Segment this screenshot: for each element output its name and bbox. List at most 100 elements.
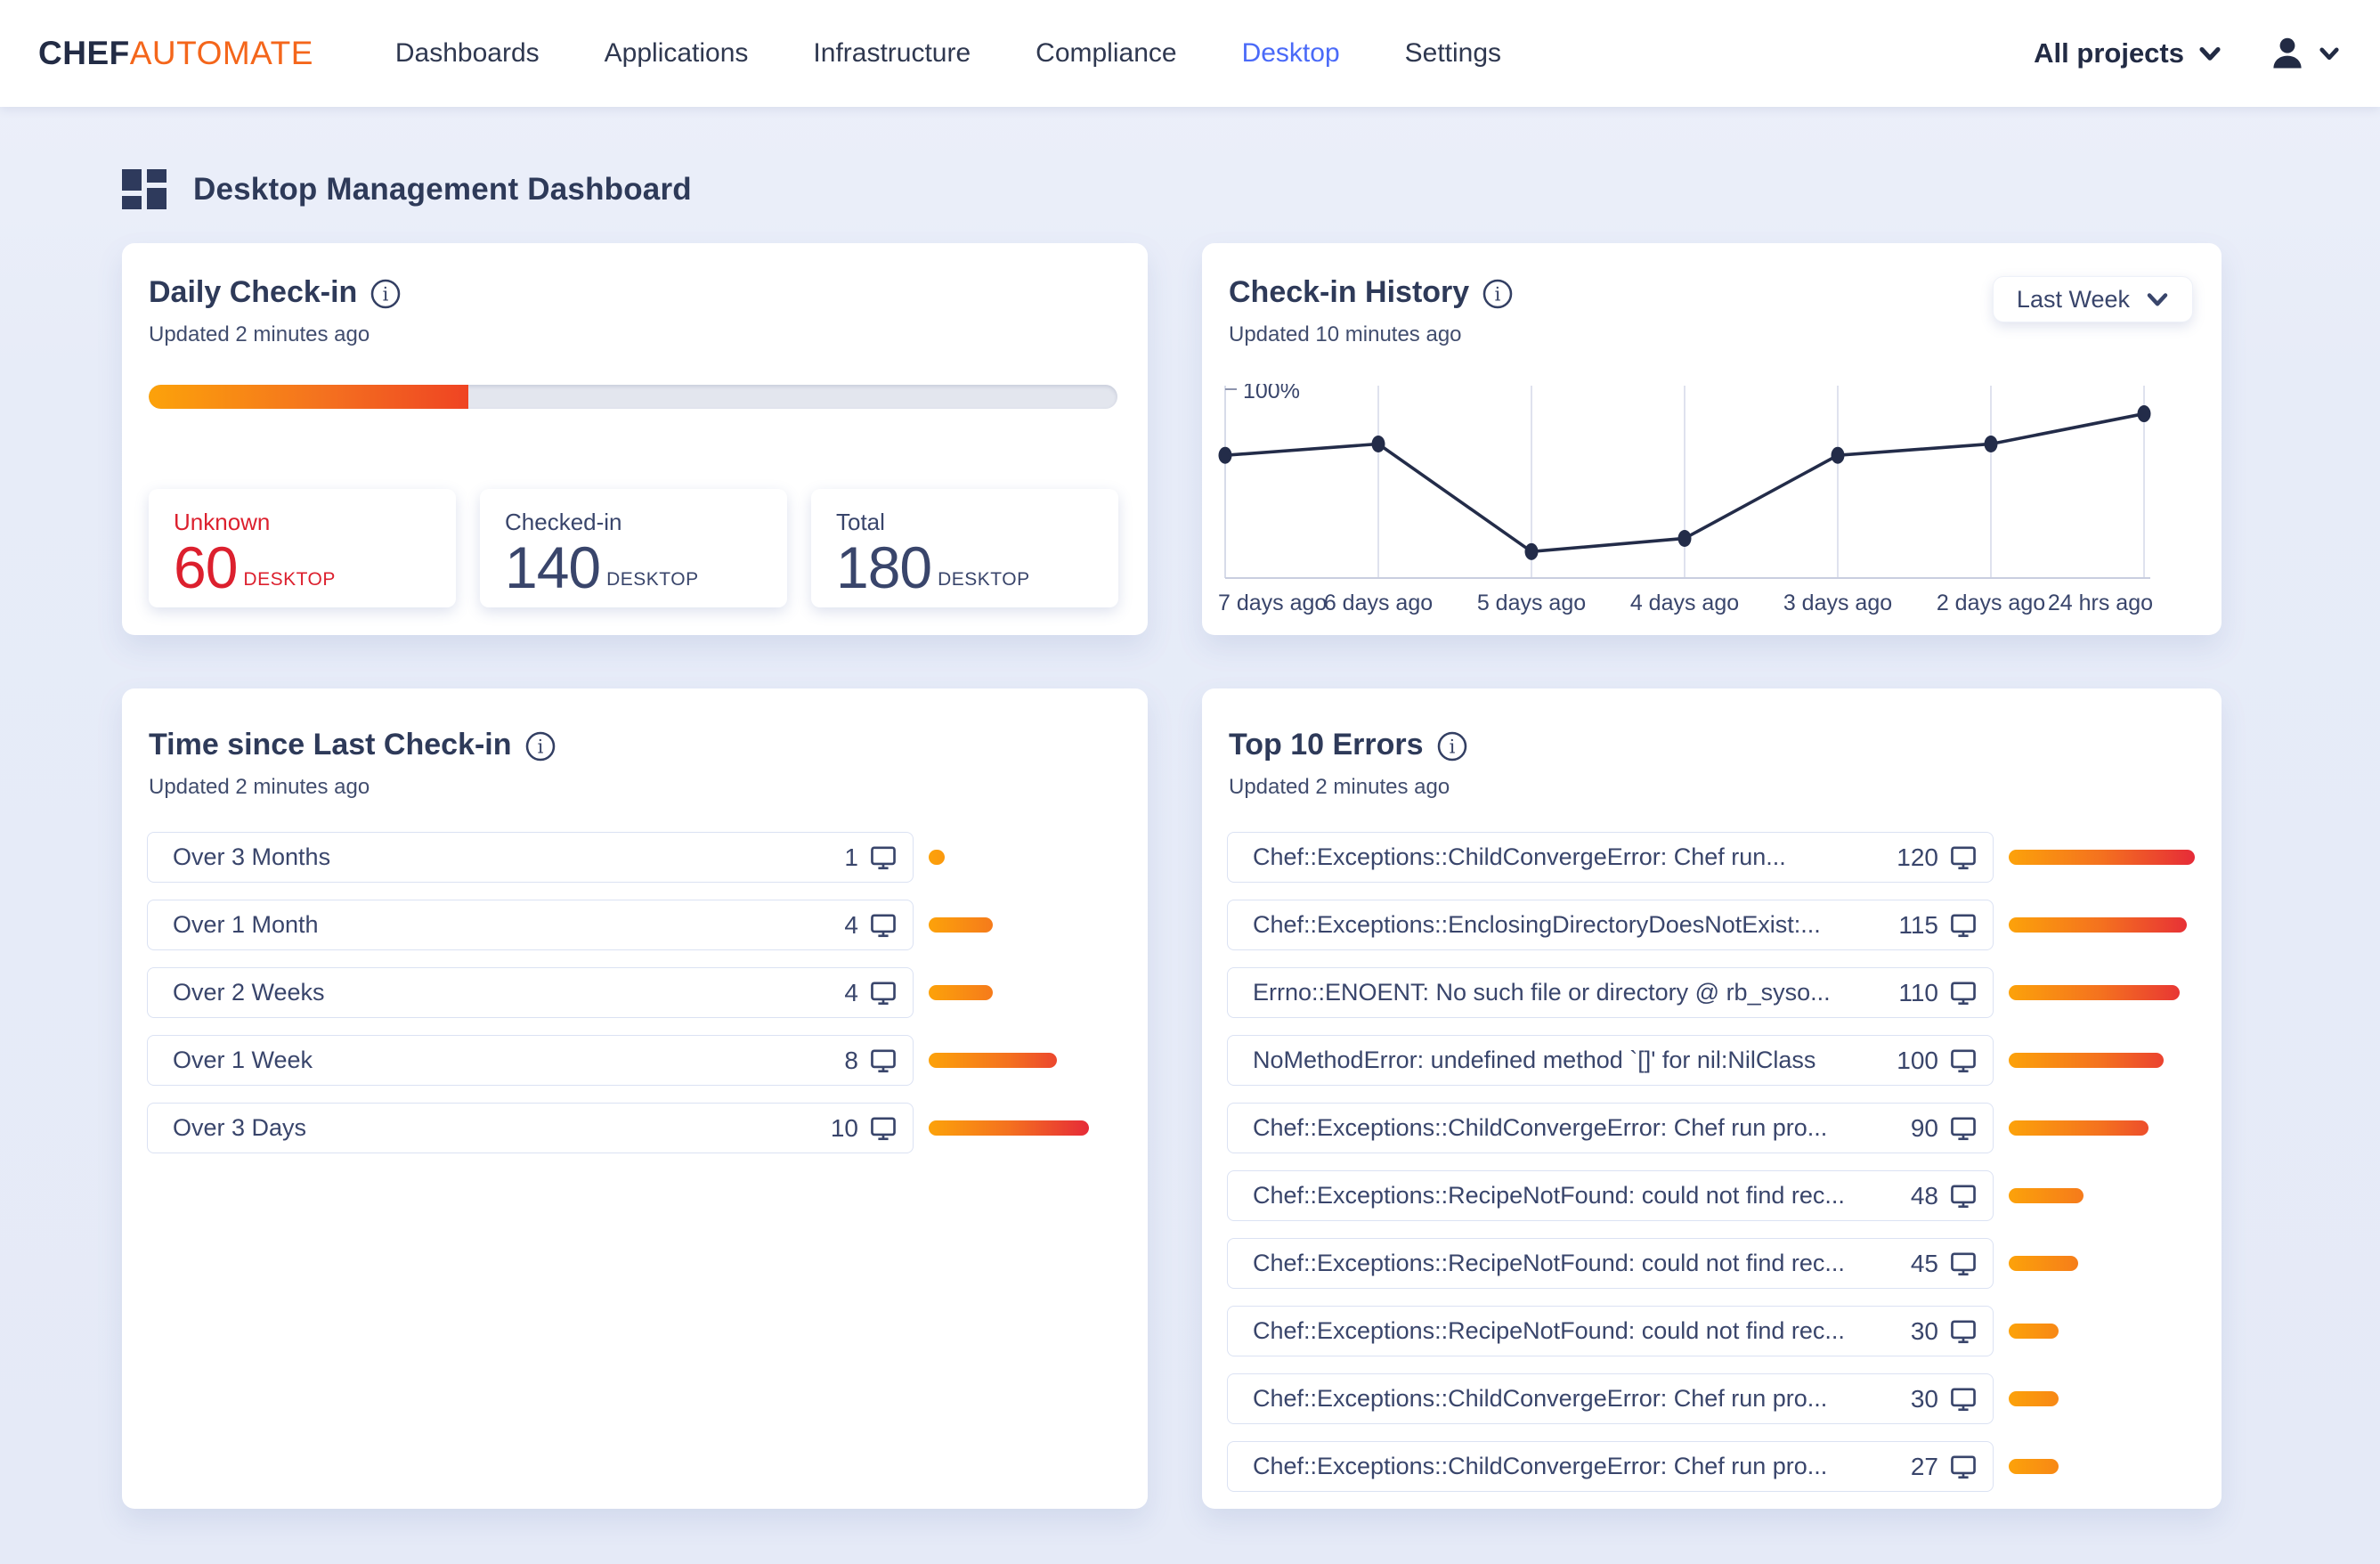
row-label: Chef::Exceptions::EnclosingDirectoryDoes… — [1253, 911, 1898, 939]
nav-right: All projects — [2034, 34, 2339, 73]
row-count: 115 — [1898, 911, 1938, 940]
list-item: Errno::ENOENT: No such file or directory… — [1227, 967, 2222, 1018]
desktop-monitor-icon — [868, 1114, 898, 1143]
row-label: Chef::Exceptions::ChildConvergeError: Ch… — [1253, 1114, 1911, 1142]
logo-chef: CHEF — [38, 35, 130, 71]
time-row-box[interactable]: Over 3 Months 1 — [147, 832, 914, 883]
error-row-box[interactable]: Chef::Exceptions::ChildConvergeError: Ch… — [1227, 832, 1994, 883]
error-row-box[interactable]: Chef::Exceptions::RecipeNotFound: could … — [1227, 1306, 1994, 1356]
desktop-monitor-icon — [1948, 843, 1978, 872]
svg-text:i: i — [383, 283, 389, 305]
svg-text:24 hrs ago: 24 hrs ago — [2048, 591, 2153, 615]
list-item: Over 3 Days 10 — [147, 1103, 1148, 1153]
nav-item[interactable]: Applications — [605, 38, 749, 69]
main-content: Desktop Management Dashboard Daily Check… — [0, 107, 2380, 1509]
row-bar — [2009, 850, 2195, 865]
page-title-row: Desktop Management Dashboard — [122, 169, 2380, 209]
top-errors-updated: Updated 2 minutes ago — [1229, 775, 2182, 800]
svg-text:i: i — [537, 736, 543, 757]
top-navigation: CHEFAUTOMATE Dashboards Applications Inf… — [0, 0, 2380, 107]
stat-value: 60 — [174, 540, 237, 596]
stat-unknown[interactable]: Unknown 60 DESKTOP — [149, 489, 456, 607]
row-bar — [2009, 1053, 2164, 1068]
list-item: Chef::Exceptions::RecipeNotFound: could … — [1227, 1170, 2222, 1221]
top-errors-title: Top 10 Errors — [1229, 728, 1424, 762]
nav-item[interactable]: Compliance — [1036, 38, 1176, 69]
nav-item[interactable]: Settings — [1405, 38, 1501, 69]
desktop-monitor-icon — [1948, 979, 1978, 1007]
row-count: 27 — [1911, 1453, 1938, 1481]
time-row-box[interactable]: Over 1 Month 4 — [147, 900, 914, 950]
time-row-box[interactable]: Over 2 Weeks 4 — [147, 967, 914, 1018]
nav-item[interactable]: Dashboards — [395, 38, 540, 69]
info-icon[interactable]: i — [1436, 730, 1468, 762]
list-item: Over 3 Months 1 — [147, 832, 1148, 883]
chef-automate-logo[interactable]: CHEFAUTOMATE — [38, 35, 313, 72]
errors-list: Chef::Exceptions::ChildConvergeError: Ch… — [1227, 832, 2222, 1492]
error-row-box[interactable]: Chef::Exceptions::ChildConvergeError: Ch… — [1227, 1373, 1994, 1424]
error-row-box[interactable]: Chef::Exceptions::ChildConvergeError: Ch… — [1227, 1441, 1994, 1492]
projects-selector-label: All projects — [2034, 37, 2184, 69]
row-count: 90 — [1911, 1114, 1938, 1143]
daily-checkin-updated: Updated 2 minutes ago — [149, 322, 1109, 347]
row-count: 100 — [1897, 1047, 1938, 1075]
stat-checked-in[interactable]: Checked-in 140 DESKTOP — [480, 489, 787, 607]
row-label: Over 3 Months — [173, 843, 844, 871]
list-item: NoMethodError: undefined method `[]' for… — [1227, 1035, 2222, 1086]
error-row-box[interactable]: Chef::Exceptions::RecipeNotFound: could … — [1227, 1238, 1994, 1289]
row-label: Over 1 Month — [173, 911, 844, 939]
desktop-monitor-icon — [868, 843, 898, 872]
row-label: Over 2 Weeks — [173, 979, 844, 1006]
time-row-box[interactable]: Over 1 Week 8 — [147, 1035, 914, 1086]
checkin-history-chart: 100%7 days ago6 days ago5 days ago4 days… — [1202, 384, 2222, 624]
desktop-monitor-icon — [1948, 1317, 1978, 1346]
row-bar — [2009, 1120, 2148, 1136]
checkin-history-updated: Updated 10 minutes ago — [1229, 322, 2182, 347]
list-item: Chef::Exceptions::EnclosingDirectoryDoes… — [1227, 900, 2222, 950]
info-icon[interactable]: i — [370, 278, 402, 310]
info-icon[interactable]: i — [1482, 278, 1514, 310]
desktop-monitor-icon — [1948, 1047, 1978, 1075]
time-range-selector[interactable]: Last Week — [1993, 276, 2193, 322]
list-item: Chef::Exceptions::ChildConvergeError: Ch… — [1227, 1441, 2222, 1492]
checkin-history-card: Check-in History i Updated 10 minutes ag… — [1202, 243, 2222, 635]
stat-total[interactable]: Total 180 DESKTOP — [811, 489, 1118, 607]
svg-text:7 days ago: 7 days ago — [1218, 591, 1327, 615]
svg-text:6 days ago: 6 days ago — [1324, 591, 1433, 615]
row-label: Chef::Exceptions::ChildConvergeError: Ch… — [1253, 1385, 1911, 1413]
checkin-progress-bar — [149, 385, 1117, 409]
row-label: NoMethodError: undefined method `[]' for… — [1253, 1047, 1897, 1074]
row-bar — [2009, 1188, 2084, 1203]
top-errors-card: Top 10 Errors i Updated 2 minutes ago Ch… — [1202, 688, 2222, 1509]
time-list: Over 3 Months 1 — [147, 832, 1148, 1153]
row-bar — [929, 917, 993, 933]
row-label: Over 1 Week — [173, 1047, 844, 1074]
row-label: Chef::Exceptions::RecipeNotFound: could … — [1253, 1250, 1911, 1277]
error-row-box[interactable]: Errno::ENOENT: No such file or directory… — [1227, 967, 1994, 1018]
desktop-monitor-icon — [868, 1047, 898, 1075]
stat-label: Total — [836, 509, 1118, 536]
list-item: Over 2 Weeks 4 — [147, 967, 1148, 1018]
error-row-box[interactable]: Chef::Exceptions::ChildConvergeError: Ch… — [1227, 1103, 1994, 1153]
error-row-box[interactable]: Chef::Exceptions::RecipeNotFound: could … — [1227, 1170, 1994, 1221]
nav-item[interactable]: Infrastructure — [813, 38, 971, 69]
projects-selector[interactable]: All projects — [2034, 37, 2222, 69]
list-item: Over 1 Week 8 — [147, 1035, 1148, 1086]
row-count: 4 — [844, 911, 858, 940]
time-range-label: Last Week — [2017, 286, 2130, 314]
row-count: 45 — [1911, 1250, 1938, 1278]
stat-unit: DESKTOP — [243, 569, 335, 596]
time-row-box[interactable]: Over 3 Days 10 — [147, 1103, 914, 1153]
desktop-monitor-icon — [1948, 911, 1978, 940]
row-count: 10 — [831, 1114, 858, 1143]
daily-checkin-title: Daily Check-in — [149, 275, 357, 310]
row-label: Chef::Exceptions::ChildConvergeError: Ch… — [1253, 843, 1897, 871]
row-bar — [2009, 1324, 2059, 1339]
time-since-title: Time since Last Check-in — [149, 728, 512, 762]
chevron-down-icon — [2146, 291, 2169, 307]
nav-item[interactable]: Desktop — [1242, 38, 1340, 69]
error-row-box[interactable]: NoMethodError: undefined method `[]' for… — [1227, 1035, 1994, 1086]
error-row-box[interactable]: Chef::Exceptions::EnclosingDirectoryDoes… — [1227, 900, 1994, 950]
user-menu-button[interactable] — [2268, 34, 2339, 73]
info-icon[interactable]: i — [524, 730, 556, 762]
